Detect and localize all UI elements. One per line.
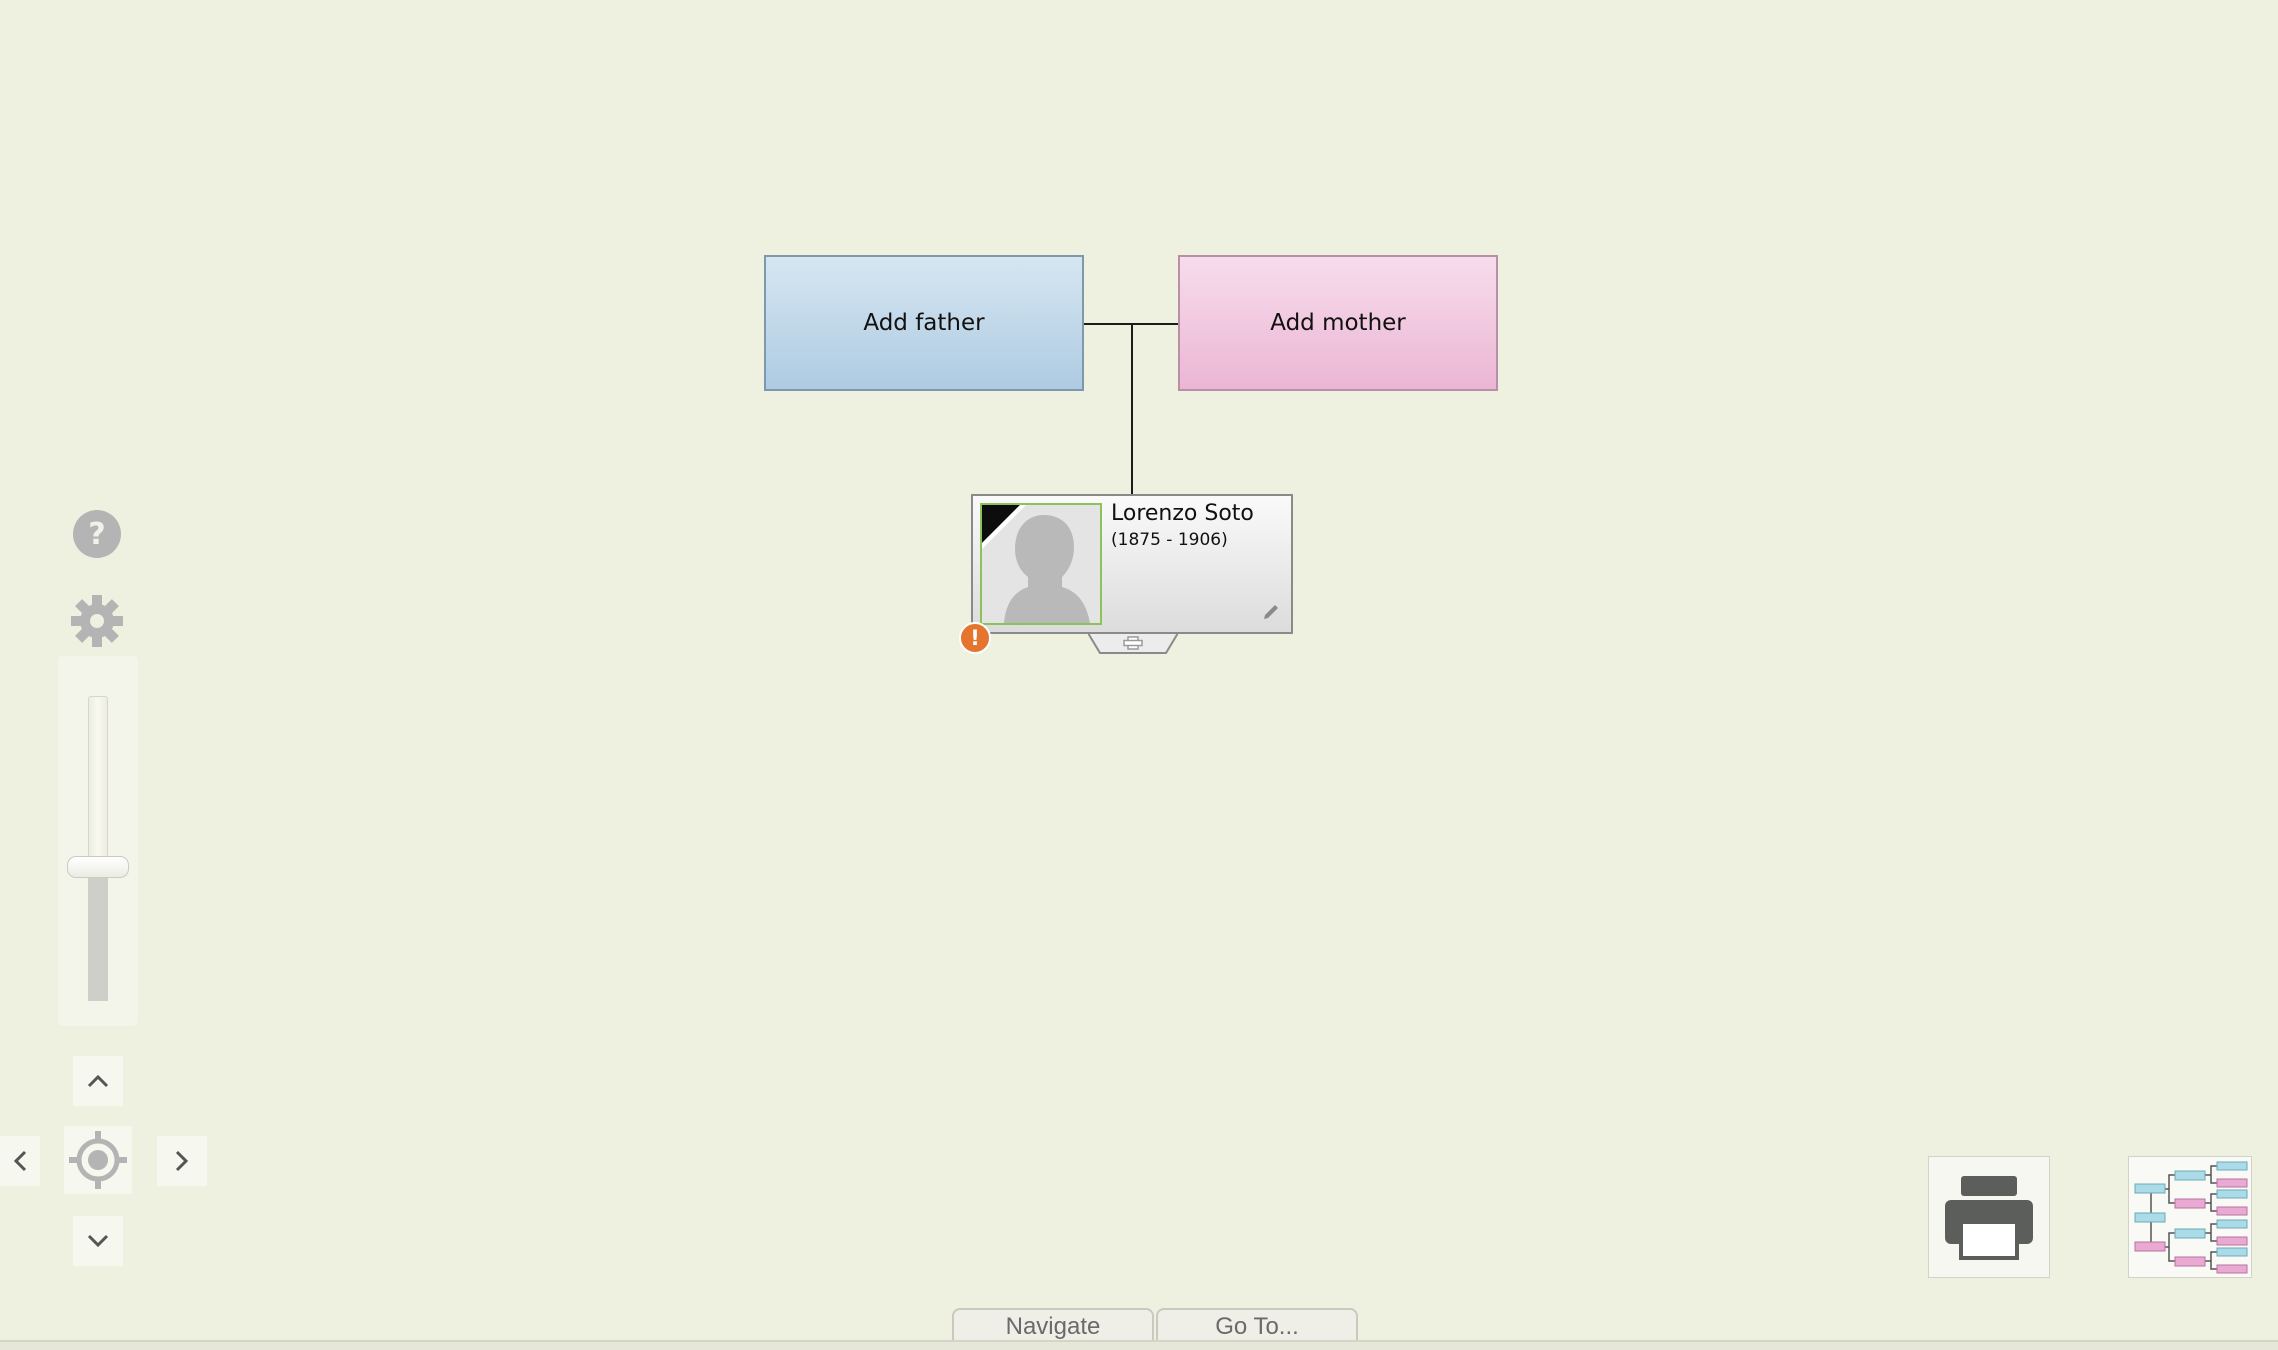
zoom-slider[interactable] <box>58 656 138 1026</box>
warning-icon[interactable]: ! <box>959 622 991 654</box>
zoom-track[interactable] <box>88 696 108 861</box>
pan-left-button[interactable] <box>0 1136 40 1186</box>
chevron-left-icon <box>13 1150 27 1172</box>
add-father-label: Add father <box>863 310 985 336</box>
add-child-button[interactable] <box>1088 633 1178 654</box>
warning-symbol: ! <box>970 626 980 650</box>
tab-navigate-label: Navigate <box>1005 1313 1101 1340</box>
chevron-down-icon <box>87 1234 109 1248</box>
chevron-right-icon <box>175 1150 189 1172</box>
family-tree-icon <box>2134 1161 2248 1274</box>
person-dates: (1875 - 1906) <box>1111 530 1228 550</box>
zoom-track-fill <box>88 861 108 1001</box>
tab-go-to[interactable]: Go To... <box>1156 1308 1358 1344</box>
tree-view-button[interactable] <box>2128 1156 2252 1278</box>
pan-right-button[interactable] <box>157 1136 207 1186</box>
crosshair-icon <box>69 1131 127 1189</box>
zoom-slider-handle[interactable] <box>67 856 129 878</box>
center-view-button[interactable] <box>64 1126 132 1194</box>
add-father-button[interactable]: Add father <box>764 255 1084 391</box>
person-name: Lorenzo Soto <box>1111 501 1254 526</box>
add-mother-button[interactable]: Add mother <box>1178 255 1498 391</box>
family-tree-canvas[interactable]: Add father Add mother Lorenzo Soto (1875… <box>0 0 2278 1350</box>
person-card[interactable]: Lorenzo Soto (1875 - 1906) <box>971 494 1293 634</box>
portrait-placeholder <box>980 503 1102 625</box>
pan-down-button[interactable] <box>73 1216 123 1266</box>
printer-icon <box>1945 1176 2033 1260</box>
gear-icon[interactable] <box>69 593 125 649</box>
pan-up-button[interactable] <box>73 1056 123 1106</box>
tab-navigate[interactable]: Navigate <box>952 1308 1154 1344</box>
svg-text:?: ? <box>88 517 105 552</box>
print-button[interactable] <box>1928 1156 2050 1278</box>
silhouette-icon <box>982 505 1100 623</box>
bottom-bar <box>0 1340 2278 1350</box>
tab-go-to-label: Go To... <box>1215 1313 1299 1340</box>
connector-child <box>1131 323 1133 495</box>
add-mother-label: Add mother <box>1270 310 1406 336</box>
pencil-icon[interactable] <box>1261 602 1281 622</box>
help-icon[interactable]: ? <box>71 508 123 560</box>
chevron-up-icon <box>87 1074 109 1088</box>
